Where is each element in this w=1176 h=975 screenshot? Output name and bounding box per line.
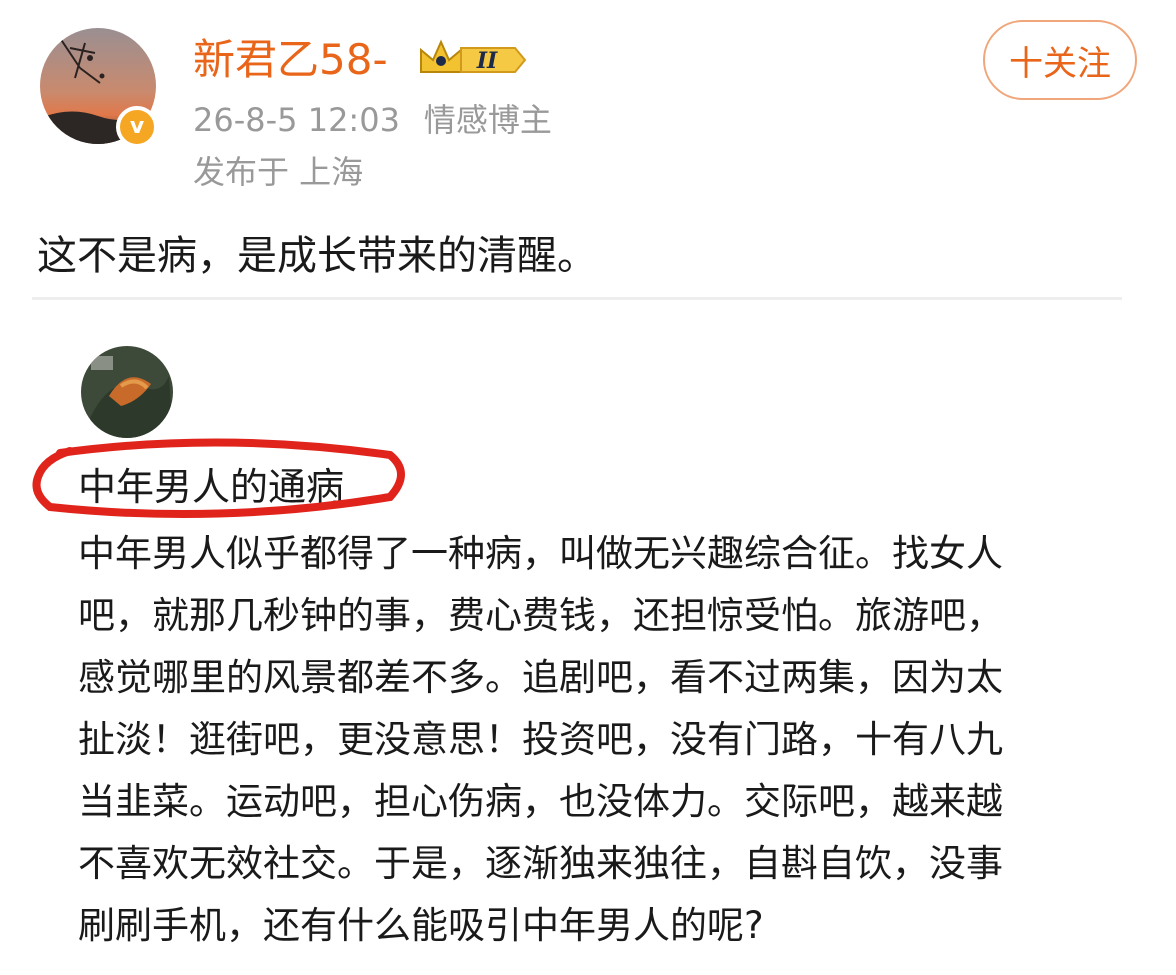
post-text: 这不是病，是成长带来的清醒。 bbox=[37, 233, 597, 279]
user-role: 情感博主 bbox=[423, 101, 552, 139]
body-line: 中年男人似乎都得了一种病，叫做无兴趣综合征。找女人 bbox=[78, 532, 1003, 575]
body-line: 刷刷手机，还有什么能吸引中年男人的呢? bbox=[78, 904, 764, 947]
body-line: 不喜欢无效社交。于是，逐渐独来独往，自斟自饮，没事 bbox=[78, 842, 1003, 885]
quoted-article-body: 中年男人似乎都得了一种病，叫做无兴趣综合征。找女人 吧，就那几秒钟的事，费心费钱… bbox=[78, 523, 1113, 957]
body-line: 扯淡！逛街吧，更没意思！投资吧，没有门路，十有八九 bbox=[78, 718, 1003, 761]
divider bbox=[32, 297, 1122, 300]
crown-level-icon: II bbox=[417, 38, 527, 78]
post-timestamp: 26-8-5 12:03 bbox=[193, 101, 400, 139]
quoted-user-avatar[interactable] bbox=[81, 346, 173, 438]
post-location: 发布于 上海 bbox=[193, 153, 364, 191]
level-label: II bbox=[476, 48, 498, 74]
body-line: 感觉哪里的风景都差不多。追剧吧，看不过两集，因为太 bbox=[78, 656, 1003, 699]
body-line: 吧，就那几秒钟的事，费心费钱，还担惊受怕。旅游吧， bbox=[78, 594, 1003, 637]
follow-button[interactable]: 十关注 bbox=[983, 20, 1137, 100]
username[interactable]: 新君乙58- bbox=[193, 30, 388, 90]
post-meta: 26-8-5 12:03 情感博主 bbox=[193, 98, 552, 142]
quoted-article-title: 中年男人的通病 bbox=[78, 465, 345, 509]
weibo-post-screenshot: v 新君乙58- II 26-8-5 12:03 情感博主 发布于 上海 十关注 … bbox=[0, 0, 1176, 975]
body-line: 当韭菜。运动吧，担心伤病，也没体力。交际吧，越来越 bbox=[78, 780, 1003, 823]
verified-v-icon: v bbox=[116, 106, 158, 148]
